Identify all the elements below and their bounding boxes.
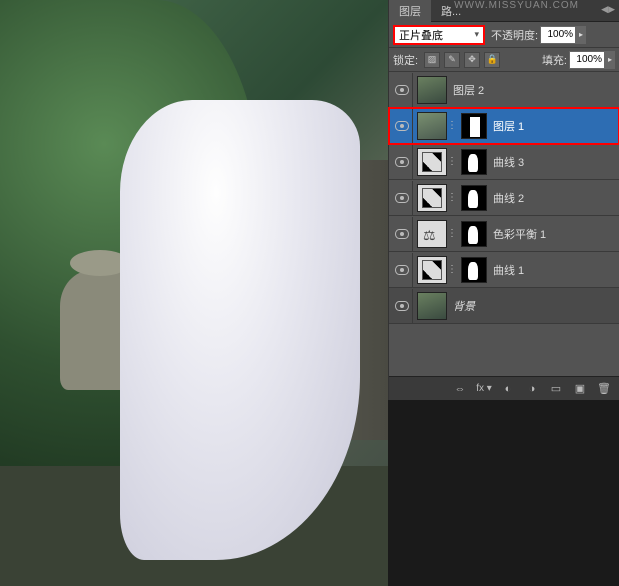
new-layer-icon[interactable]: ▣: [571, 381, 589, 397]
eye-icon: [395, 157, 409, 167]
document-canvas[interactable]: [0, 0, 388, 586]
adjustment-thumbnail[interactable]: [417, 220, 447, 248]
layer-mask-thumbnail[interactable]: [461, 185, 487, 211]
visibility-toggle[interactable]: [391, 181, 413, 215]
lock-position-icon[interactable]: ✥: [464, 52, 480, 68]
curves-icon: [422, 260, 442, 280]
layer-row[interactable]: ⋮ 图层 1: [389, 108, 619, 144]
visibility-toggle[interactable]: [391, 73, 413, 107]
mask-link-icon[interactable]: ⋮: [447, 264, 457, 275]
layer-mask-thumbnail[interactable]: [461, 257, 487, 283]
layer-mask-thumbnail[interactable]: [461, 113, 487, 139]
eye-icon: [395, 193, 409, 203]
panel-tab-bar: 图层 路... WWW.MISSYUAN.COM ◀▶: [389, 0, 619, 22]
opacity-input[interactable]: 100%: [540, 26, 576, 44]
fill-label: 填充:: [542, 52, 567, 68]
layer-thumbnail[interactable]: [417, 112, 447, 140]
lock-transparency-icon[interactable]: ▨: [424, 52, 440, 68]
layer-name-label[interactable]: 曲线 1: [493, 262, 617, 278]
mask-link-icon[interactable]: ⋮: [447, 120, 457, 131]
mask-link-icon[interactable]: ⋮: [447, 156, 457, 167]
link-layers-icon[interactable]: ⇔: [451, 381, 469, 397]
layer-row-background[interactable]: 背景: [389, 288, 619, 324]
visibility-toggle[interactable]: [391, 289, 413, 323]
layer-row[interactable]: ⋮ 曲线 3: [389, 144, 619, 180]
layer-row[interactable]: ⋮ 色彩平衡 1: [389, 216, 619, 252]
opacity-label: 不透明度:: [491, 27, 538, 43]
layer-list: 图层 2 ⋮ 图层 1 ⋮ 曲线 3 ⋮ 曲线 2 ⋮: [389, 72, 619, 324]
visibility-toggle[interactable]: [391, 145, 413, 179]
blend-mode-select[interactable]: 正片叠底: [393, 25, 485, 45]
adjustment-thumbnail[interactable]: [417, 184, 447, 212]
adjustment-thumbnail[interactable]: [417, 148, 447, 176]
layer-row[interactable]: ⋮ 曲线 2: [389, 180, 619, 216]
visibility-toggle[interactable]: [391, 253, 413, 287]
lock-label: 锁定:: [393, 52, 418, 68]
visibility-toggle[interactable]: [391, 109, 413, 143]
lock-all-icon[interactable]: 🔒: [484, 52, 500, 68]
fx-icon[interactable]: fx ▾: [475, 381, 493, 397]
watermark-text: WWW.MISSYUAN.COM: [454, 0, 579, 11]
mask-link-icon[interactable]: ⋮: [447, 228, 457, 239]
new-group-icon[interactable]: ▭: [547, 381, 565, 397]
lock-fill-row: 锁定: ▨ ✎ ✥ 🔒 填充: 100% ▸: [389, 48, 619, 72]
add-adjustment-icon[interactable]: ◑: [523, 381, 541, 397]
layer-name-label[interactable]: 曲线 3: [493, 154, 617, 170]
curves-icon: [422, 152, 442, 172]
eye-icon: [395, 85, 409, 95]
color-balance-icon: [423, 227, 441, 241]
delete-layer-icon[interactable]: 🗑: [595, 381, 613, 397]
blend-opacity-row: 正片叠底 不透明度: 100% ▸: [389, 22, 619, 48]
layer-name-label[interactable]: 图层 1: [493, 118, 617, 134]
eye-icon: [395, 229, 409, 239]
lock-pixels-icon[interactable]: ✎: [444, 52, 460, 68]
layer-mask-thumbnail[interactable]: [461, 221, 487, 247]
layer-row[interactable]: ⋮ 曲线 1: [389, 252, 619, 288]
eye-icon: [395, 301, 409, 311]
tab-layers[interactable]: 图层: [389, 0, 431, 23]
mask-link-icon[interactable]: ⋮: [447, 192, 457, 203]
layer-name-label[interactable]: 背景: [453, 298, 617, 314]
layer-name-label[interactable]: 色彩平衡 1: [493, 226, 617, 242]
layer-row[interactable]: 图层 2: [389, 72, 619, 108]
layer-mask-thumbnail[interactable]: [461, 149, 487, 175]
layer-thumbnail[interactable]: [417, 76, 447, 104]
layers-panel: 图层 路... WWW.MISSYUAN.COM ◀▶ 正片叠底 不透明度: 1…: [388, 0, 619, 400]
eye-icon: [395, 121, 409, 131]
adjustment-thumbnail[interactable]: [417, 256, 447, 284]
eye-icon: [395, 265, 409, 275]
opacity-flyout-icon[interactable]: ▸: [576, 26, 586, 44]
visibility-toggle[interactable]: [391, 217, 413, 251]
layer-thumbnail[interactable]: [417, 292, 447, 320]
add-mask-icon[interactable]: ◐: [499, 381, 517, 397]
panel-collapse-icon[interactable]: ◀▶: [601, 4, 615, 15]
curves-icon: [422, 188, 442, 208]
canvas-image: [0, 0, 388, 586]
layer-name-label[interactable]: 图层 2: [453, 82, 617, 98]
fill-flyout-icon[interactable]: ▸: [605, 51, 615, 69]
layers-panel-footer: ⇔ fx ▾ ◐ ◑ ▭ ▣ 🗑: [389, 376, 619, 400]
layer-name-label[interactable]: 曲线 2: [493, 190, 617, 206]
fill-input[interactable]: 100%: [569, 51, 605, 69]
